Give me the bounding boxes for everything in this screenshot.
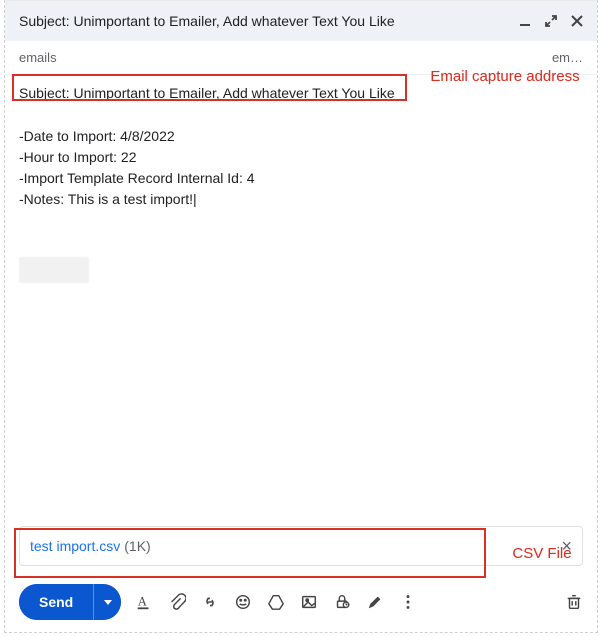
attachment-size: (1K) xyxy=(124,538,150,554)
window-controls xyxy=(519,15,583,27)
compose-toolbar: Send A xyxy=(5,576,597,632)
body-line: -Import Template Record Internal Id: 4 xyxy=(19,169,583,188)
body-line: -Date to Import: 4/8/2022 xyxy=(19,127,583,146)
delete-icon[interactable] xyxy=(565,593,583,611)
formatting-icon[interactable]: A xyxy=(135,593,153,611)
compose-window: Subject: Unimportant to Emailer, Add wha… xyxy=(4,0,598,633)
recipients-row[interactable]: emails em… xyxy=(5,41,597,75)
attachment-name[interactable]: test import.csv xyxy=(30,538,120,554)
recipients-label: emails xyxy=(19,50,59,65)
attachment-info: test import.csv (1K) xyxy=(30,538,151,554)
send-button-group: Send xyxy=(19,584,121,620)
recipient-contact[interactable]: em… xyxy=(552,50,583,65)
send-options-button[interactable] xyxy=(93,584,121,620)
svg-text:A: A xyxy=(138,595,147,609)
subject-line[interactable]: Subject: Unimportant to Emailer, Add wha… xyxy=(5,75,597,109)
text-cursor xyxy=(193,191,197,207)
message-body[interactable]: -Date to Import: 4/8/2022 -Hour to Impor… xyxy=(5,109,597,526)
drive-icon[interactable] xyxy=(267,593,285,611)
attachment-chip[interactable]: test import.csv (1K) × xyxy=(19,526,583,566)
send-button[interactable]: Send xyxy=(19,584,93,620)
body-line: -Notes: This is a test import! xyxy=(19,190,583,209)
image-icon[interactable] xyxy=(300,593,318,611)
header-title: Subject: Unimportant to Emailer, Add wha… xyxy=(19,13,395,29)
link-icon[interactable] xyxy=(201,593,219,611)
formatting-tools: A xyxy=(135,593,417,611)
attach-icon[interactable] xyxy=(168,593,186,611)
compose-header: Subject: Unimportant to Emailer, Add wha… xyxy=(5,1,597,41)
remove-attachment-icon[interactable]: × xyxy=(561,537,572,555)
close-icon[interactable] xyxy=(571,15,583,27)
more-icon[interactable] xyxy=(399,593,417,611)
confidential-icon[interactable] xyxy=(333,593,351,611)
emoji-icon[interactable] xyxy=(234,593,252,611)
minimize-icon[interactable] xyxy=(519,15,531,27)
signature-placeholder xyxy=(19,257,89,283)
expand-icon[interactable] xyxy=(545,15,557,27)
body-line: -Hour to Import: 22 xyxy=(19,148,583,167)
pen-icon[interactable] xyxy=(366,593,384,611)
